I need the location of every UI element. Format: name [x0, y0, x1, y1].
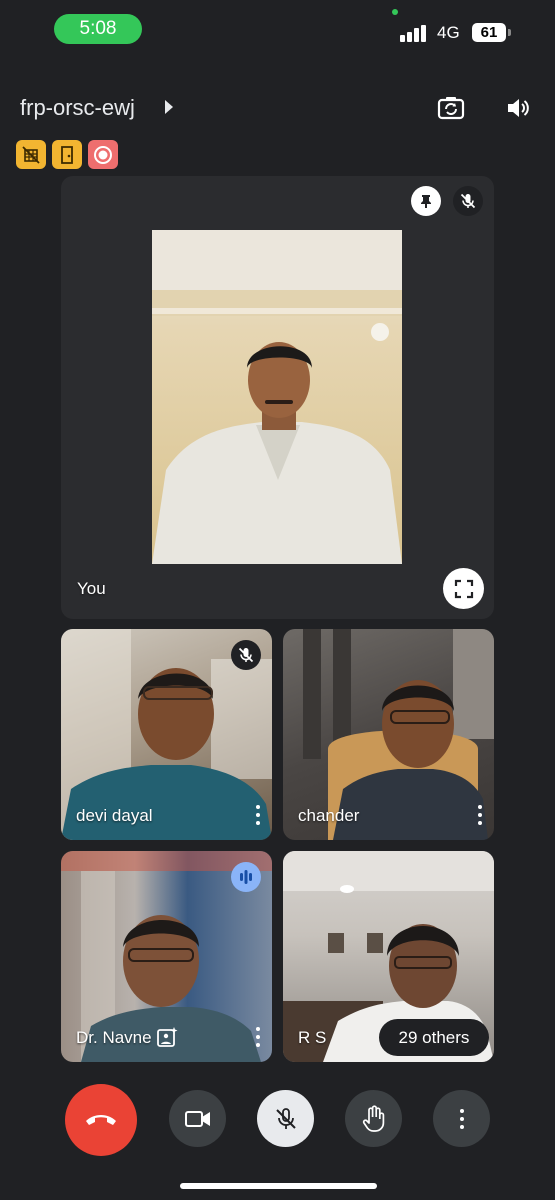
self-name-label: You	[77, 579, 106, 598]
camera-icon	[184, 1110, 210, 1127]
mic-off-icon	[453, 186, 483, 216]
visual-effects-icon	[156, 1026, 178, 1048]
more-icon	[452, 1107, 472, 1131]
fullscreen-icon[interactable]	[443, 568, 484, 609]
participant-name: R S	[298, 1028, 327, 1047]
self-video-feed	[152, 230, 402, 564]
speaker-icon[interactable]	[500, 90, 536, 126]
door-icon[interactable]	[52, 140, 82, 169]
participant-name: chander	[298, 806, 360, 825]
battery-tip	[508, 29, 511, 36]
raise-hand-icon	[362, 1104, 384, 1132]
more-options-icon[interactable]	[248, 803, 268, 827]
home-indicator[interactable]	[180, 1183, 377, 1189]
more-options-icon[interactable]	[248, 1025, 268, 1049]
speaking-indicator-icon	[231, 862, 261, 892]
recording-icon[interactable]	[88, 140, 118, 169]
pin-icon[interactable]	[411, 186, 441, 216]
participant-name: devi dayal	[76, 806, 153, 825]
end-call-icon	[86, 1115, 116, 1125]
caret-right-icon[interactable]	[165, 100, 173, 114]
participant-name: Dr. Navne	[76, 1028, 152, 1047]
meeting-code[interactable]: frp-orsc-ewj	[20, 95, 135, 121]
camera-toggle-button[interactable]	[169, 1090, 226, 1147]
battery-icon: 61	[472, 23, 506, 42]
more-options-icon[interactable]	[470, 803, 490, 827]
host-controls-icon[interactable]	[16, 140, 46, 169]
mic-off-icon	[231, 640, 261, 670]
microphone-toggle-button[interactable]	[257, 1090, 314, 1147]
raise-hand-button[interactable]	[345, 1090, 402, 1147]
cellular-signal-icon	[400, 25, 426, 42]
more-options-button[interactable]	[433, 1090, 490, 1147]
end-call-button[interactable]	[65, 1084, 137, 1156]
privacy-indicator-dot	[392, 9, 398, 15]
switch-camera-icon[interactable]	[433, 90, 469, 126]
mic-off-icon	[275, 1107, 296, 1129]
others-count-pill[interactable]: 29 others	[379, 1019, 489, 1056]
network-type: 4G	[437, 23, 460, 42]
status-time: 5:08	[54, 14, 142, 44]
